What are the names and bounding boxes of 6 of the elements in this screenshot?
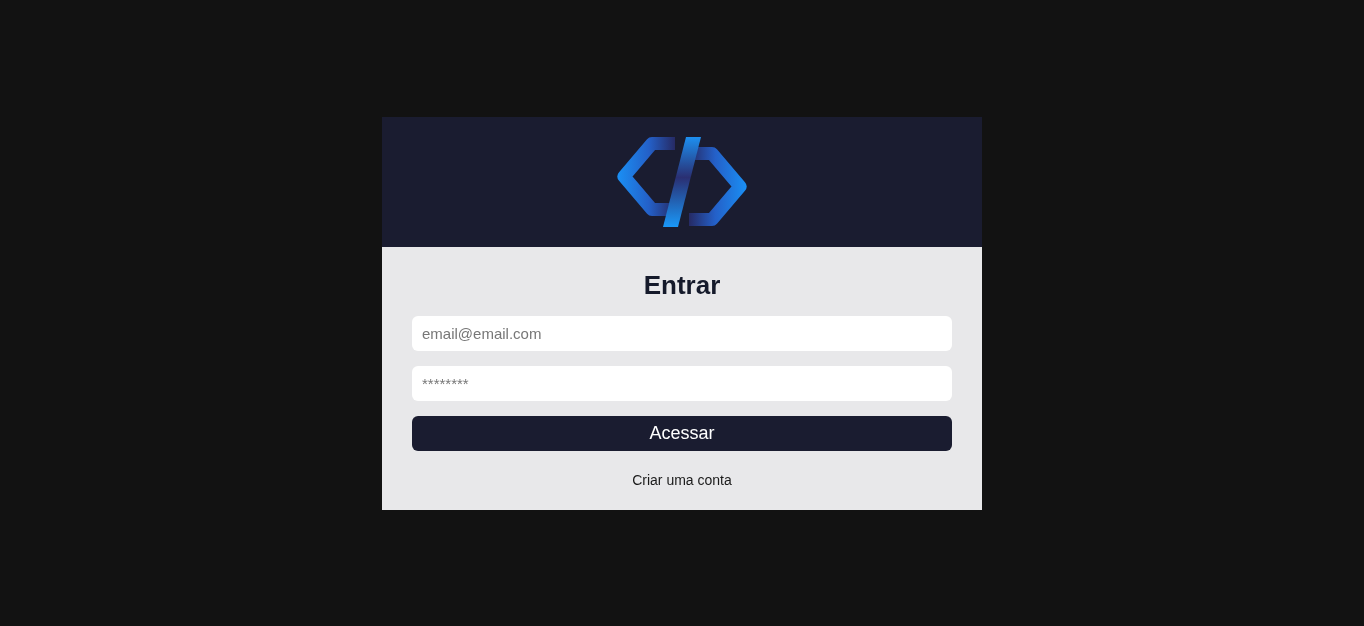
password-field[interactable]: ******** [412,365,952,401]
login-button[interactable]: Acessar [412,415,952,451]
create-account-link[interactable]: Criar uma conta [632,469,732,490]
email-field[interactable]: email@email.com [412,315,952,351]
code-brackets-logo-icon [617,136,747,227]
login-title: Entrar [642,268,722,301]
